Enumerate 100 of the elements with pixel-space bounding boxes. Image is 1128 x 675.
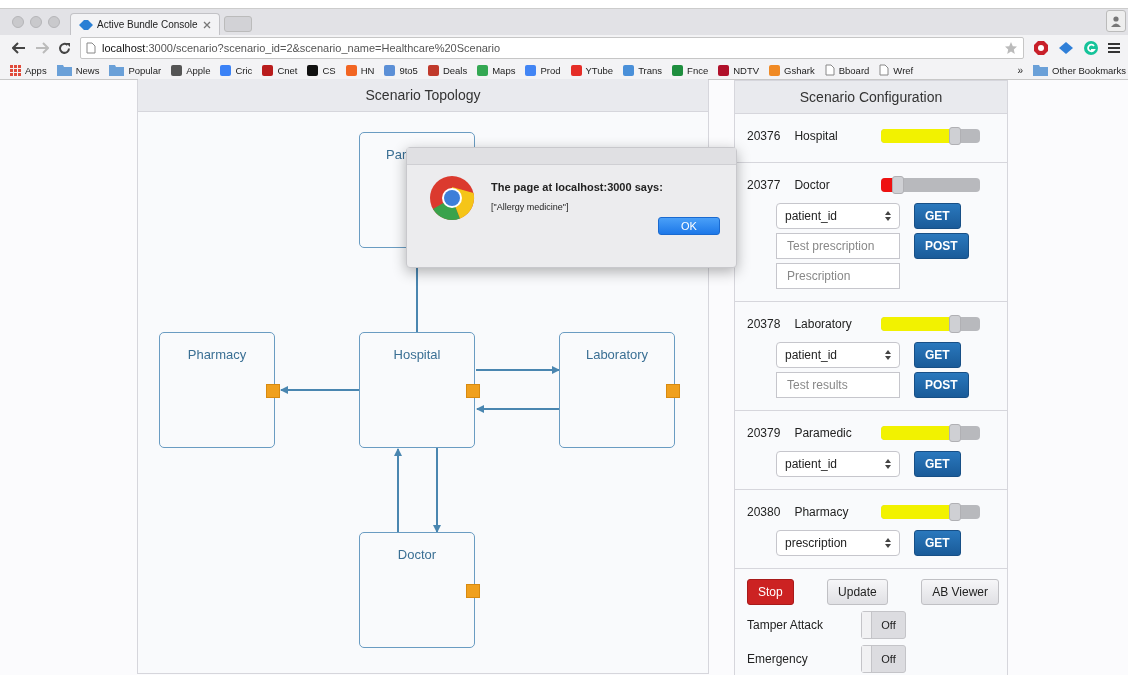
person-icon [1110, 15, 1122, 27]
updown-icon [885, 350, 891, 360]
stop-sign-icon[interactable] [1033, 40, 1049, 56]
browser-logo-icon [429, 175, 475, 221]
action-button[interactable]: Update [827, 579, 888, 605]
node-card[interactable]: Laboratory [559, 332, 675, 448]
bookmark-item[interactable]: Popular [109, 64, 162, 76]
window-button[interactable] [48, 16, 60, 28]
node-label: Par [386, 147, 407, 163]
select-field[interactable]: patient_id [776, 451, 900, 477]
node-card[interactable]: Doctor [359, 532, 475, 648]
updown-icon [885, 538, 891, 548]
bookmark-item[interactable]: 9to5 [384, 64, 418, 76]
node-label: Hospital [393, 347, 441, 363]
bookmark-item[interactable]: HN [345, 64, 375, 76]
slider-thumb[interactable] [949, 315, 962, 333]
toggle-switch[interactable]: Off [861, 645, 906, 673]
agent-id: 20379 [747, 426, 781, 440]
diamond-icon [79, 19, 93, 30]
bookmark-item[interactable]: Other Bookmarks [1033, 64, 1126, 76]
bookmark-item[interactable]: NDTV [718, 64, 760, 76]
slider[interactable] [881, 317, 980, 331]
request-button[interactable]: POST [914, 372, 969, 398]
select-field[interactable]: patient_id [776, 342, 900, 368]
folder-icon [1033, 64, 1049, 76]
bookmark-item[interactable]: Apps [10, 64, 47, 76]
connector-line [416, 267, 418, 333]
bookmark-item[interactable]: Prod [525, 64, 561, 76]
dialog-title: The page at localhost:3000 says: [491, 181, 663, 193]
bookmark-item[interactable]: Gshark [769, 64, 815, 76]
bookmark-item[interactable]: Trans [623, 64, 663, 76]
agent-id: 20377 [747, 178, 781, 192]
new-tab-button[interactable] [224, 16, 252, 32]
slider[interactable] [881, 178, 980, 192]
node-card[interactable]: Hospital [359, 332, 475, 448]
bookmark-item[interactable]: Wref [879, 64, 914, 76]
slider[interactable] [881, 505, 980, 519]
agent-name: Laboratory [794, 317, 852, 331]
panel-title: Scenario Configuration [735, 81, 1007, 114]
bookmark-item[interactable]: YTube [570, 64, 614, 76]
browser-tab[interactable]: Active Bundle Console [70, 13, 220, 35]
profile-button[interactable] [1106, 10, 1126, 32]
node-card[interactable]: Pharmacy [159, 332, 275, 448]
updown-icon [885, 459, 891, 469]
input-field[interactable]: Test results [776, 372, 900, 398]
diamond-icon[interactable] [1058, 41, 1074, 55]
star-icon[interactable] [1004, 41, 1018, 55]
port-marker[interactable] [466, 384, 480, 398]
window-button[interactable] [12, 16, 24, 28]
input-field[interactable]: Prescription [776, 263, 900, 289]
back-icon[interactable] [12, 42, 26, 54]
bookmark-item[interactable]: Bboard [824, 64, 870, 76]
more-bookmarks-button[interactable]: » [1017, 64, 1024, 76]
node-label: Doctor [397, 547, 437, 563]
slider[interactable] [881, 129, 980, 143]
slider-thumb[interactable] [949, 424, 962, 442]
bookmark-item[interactable]: Cric [220, 64, 253, 76]
bookmark-item[interactable]: CS [307, 64, 336, 76]
port-marker[interactable] [466, 584, 480, 598]
close-icon[interactable] [203, 20, 211, 29]
forward-icon[interactable] [35, 42, 49, 54]
input-field[interactable]: Test prescription [776, 233, 900, 259]
select-field[interactable]: prescription [776, 530, 900, 556]
agent-id: 20378 [747, 317, 781, 331]
bookmark-item[interactable]: Apple [171, 64, 211, 76]
bookmark-item[interactable]: Maps [477, 64, 516, 76]
menu-icon[interactable] [1108, 42, 1120, 54]
agent-name: Doctor [794, 178, 830, 192]
request-button[interactable]: POST [914, 233, 969, 259]
request-button[interactable]: GET [914, 451, 961, 477]
reload-icon[interactable] [58, 41, 71, 55]
select-field[interactable]: patient_id [776, 203, 900, 229]
port-marker[interactable] [266, 384, 280, 398]
node-label: Laboratory [585, 347, 649, 363]
address-field[interactable]: localhost:3000/scenario?scenario_id=2&scenario_name=Healthcare%20Scenario [80, 37, 1024, 59]
bookmark-item[interactable]: News [56, 64, 100, 76]
toggle-label: Emergency [747, 652, 809, 666]
bookmark-item[interactable]: Fnce [672, 64, 709, 76]
slider[interactable] [881, 426, 980, 440]
agent-id: 20380 [747, 505, 781, 519]
agent-name: Paramedic [794, 426, 852, 440]
toggle-switch[interactable]: Off [861, 611, 906, 639]
window-button[interactable] [30, 16, 42, 28]
request-button[interactable]: GET [914, 530, 961, 556]
request-button[interactable]: GET [914, 203, 961, 229]
slider-thumb[interactable] [949, 127, 962, 145]
node-label: Pharmacy [187, 347, 247, 363]
bookmark-item[interactable]: Cnet [262, 64, 298, 76]
action-button[interactable]: Stop [747, 579, 794, 605]
dialog-message: ["Allergy medicine"] [491, 202, 570, 212]
port-marker[interactable] [666, 384, 680, 398]
toggle-label: Tamper Attack [747, 618, 825, 632]
circle-g-icon[interactable] [1083, 40, 1099, 56]
agent-id: 20376 [747, 129, 781, 143]
action-button[interactable]: AB Viewer [921, 579, 999, 605]
request-button[interactable]: GET [914, 342, 961, 368]
agent-name: Hospital [794, 129, 838, 143]
panel-title: Scenario Topology [138, 79, 708, 112]
bookmark-item[interactable]: Deals [427, 64, 468, 76]
slider-thumb[interactable] [949, 503, 962, 521]
